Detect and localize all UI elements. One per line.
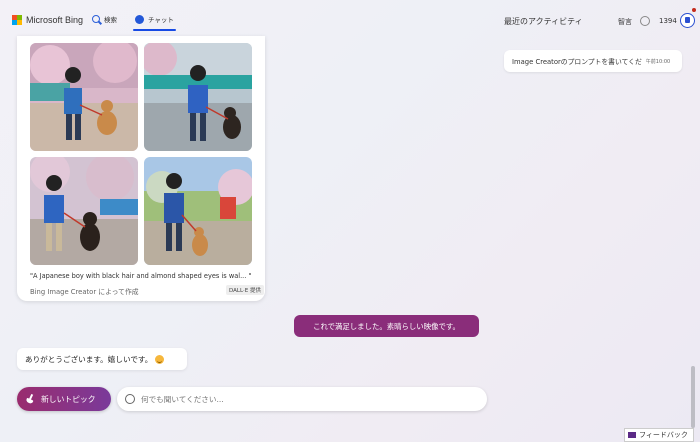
user-avatar-icon[interactable] <box>640 16 650 26</box>
chat-input[interactable]: 何でも聞いてください... <box>117 387 487 411</box>
activity-item-title: Image Creatorのプロンプトを書いてくだ <box>512 58 642 66</box>
chat-input-placeholder: 何でも聞いてください... <box>141 394 224 404</box>
user-message: これで満足しました。素晴らしい映像です。 <box>294 315 479 337</box>
bot-message: ありがとうございます。嬉しいです。 <box>17 348 187 370</box>
new-topic-label: 新しいトピック <box>41 394 96 404</box>
chat-icon <box>135 14 144 24</box>
search-icon <box>92 15 100 23</box>
feedback-button[interactable]: フィードバック <box>624 428 694 442</box>
user-message-text: これで満足しました。素晴らしい映像です。 <box>313 321 460 331</box>
notification-dot <box>692 8 696 12</box>
nav-search-label: 検索 <box>104 16 117 24</box>
activity-title: 最近のアクティビティ <box>504 17 583 26</box>
generated-image-4[interactable] <box>144 157 252 265</box>
nav-chat[interactable]: チャット <box>135 14 174 24</box>
activity-item[interactable]: Image Creatorのプロンプトを書いてくだ 午前10:00 <box>504 50 682 72</box>
feedback-icon <box>628 432 636 438</box>
scrollbar-thumb[interactable] <box>691 366 695 428</box>
broom-icon <box>25 394 35 404</box>
image-caption: "A Japanese boy with black hair and almo… <box>30 272 252 280</box>
generated-image-2[interactable] <box>144 43 252 151</box>
scrollbar[interactable] <box>688 36 698 428</box>
brand-name: Microsoft Bing <box>26 15 84 25</box>
nav-search[interactable]: 検索 <box>92 14 117 24</box>
nav-chat-label: チャット <box>148 16 174 24</box>
top-bar: Microsoft Bing 検索 チャット 最近のアクティビティ 智言 139… <box>0 0 700 38</box>
chat-bubble-icon <box>125 394 135 404</box>
dalle-badge: DALL·E 提供 <box>226 285 265 295</box>
microsoft-logo-icon <box>12 15 22 25</box>
image-creator-credit: Bing Image Creator によって作成 <box>30 288 139 296</box>
rewards-points[interactable]: 1394 <box>659 17 677 25</box>
bing-logo[interactable]: Microsoft Bing <box>12 15 83 25</box>
generated-image-3[interactable] <box>30 157 138 265</box>
language-selector[interactable]: 智言 <box>618 17 632 27</box>
smile-emoji-icon <box>155 354 165 364</box>
image-result-card: "A Japanese boy with black hair and almo… <box>17 36 265 301</box>
generated-image-1[interactable] <box>30 43 138 151</box>
rewards-icon[interactable] <box>680 13 695 28</box>
new-topic-button[interactable]: 新しいトピック <box>17 387 111 411</box>
activity-item-time: 午前10:00 <box>645 58 671 65</box>
bot-message-text: ありがとうございます。嬉しいです。 <box>25 354 153 364</box>
feedback-label: フィードバック <box>639 431 688 439</box>
active-tab-indicator <box>133 29 176 31</box>
